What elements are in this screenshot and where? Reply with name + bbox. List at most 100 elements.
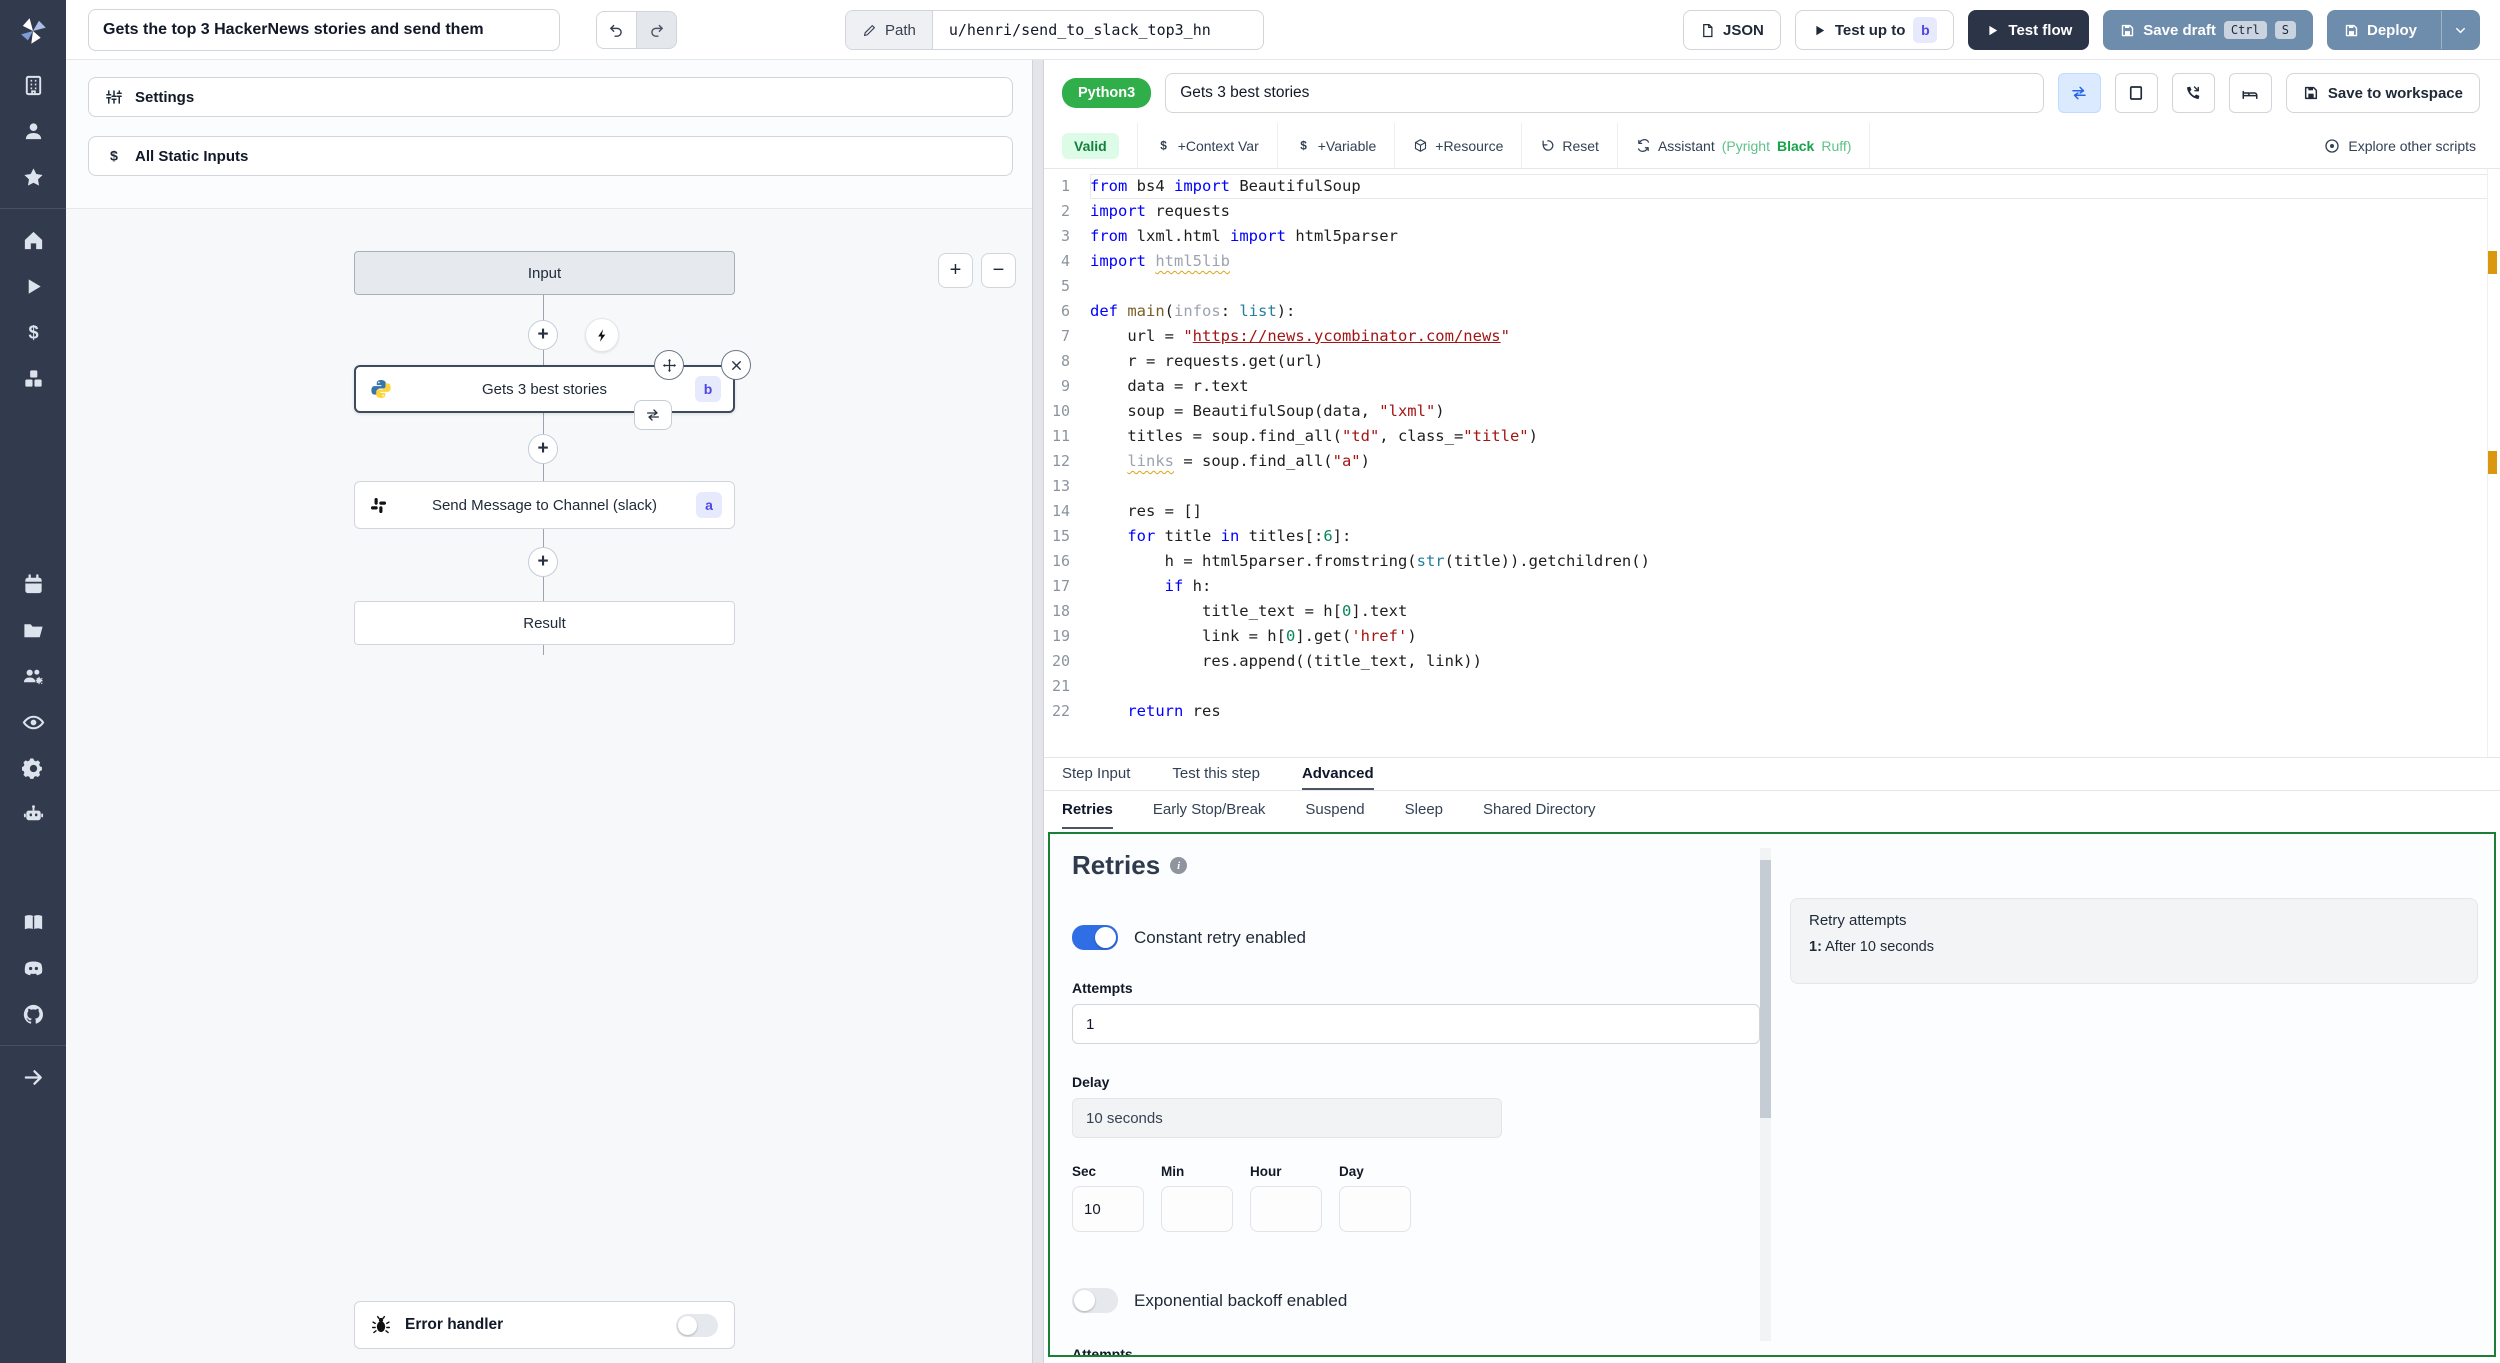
webhook-phone-button[interactable] <box>2171 73 2215 113</box>
trigger-bolt-icon[interactable] <box>585 318 619 352</box>
code-line[interactable]: 15 for title in titles[:6]: <box>1044 524 2500 549</box>
info-icon[interactable]: i <box>1170 857 1188 874</box>
code-editor[interactable]: 1 from bs4 import BeautifulSoup 2 import re… <box>1044 169 2500 758</box>
retries-scrollbar-thumb[interactable] <box>1760 860 1771 1118</box>
variables-dollar-icon[interactable] <box>0 309 66 355</box>
path-value[interactable]: u/henri/send_to_slack_top3_hn <box>933 11 1263 49</box>
undo-button[interactable] <box>596 11 637 49</box>
resources-cubes-icon[interactable] <box>0 355 66 401</box>
docs-book-icon[interactable] <box>0 899 66 945</box>
error-handler-node[interactable]: Error handler <box>354 1301 735 1349</box>
audit-eye-icon[interactable] <box>0 699 66 745</box>
attempts-input[interactable] <box>1072 1004 1760 1044</box>
user-icon[interactable] <box>0 108 66 154</box>
redo-button[interactable] <box>636 11 677 49</box>
flow-node-input[interactable]: Input <box>354 251 735 295</box>
slack-icon <box>369 496 388 515</box>
zoom-in-button[interactable]: + <box>938 253 973 288</box>
groups-icon[interactable] <box>0 653 66 699</box>
flow-canvas[interactable]: + − Input + Gets 3 best stories b + Send… <box>66 208 1032 1363</box>
flow-node-result[interactable]: Result <box>354 601 735 645</box>
day-input[interactable] <box>1339 1186 1411 1232</box>
folders-icon[interactable] <box>0 607 66 653</box>
loop-step-button[interactable] <box>634 400 672 430</box>
test-up-to-button[interactable]: Test up to b <box>1794 10 1955 50</box>
deploy-button[interactable]: Deploy <box>2326 10 2480 50</box>
flow-settings-bar[interactable]: Settings <box>88 77 1013 117</box>
reset-button[interactable]: Reset <box>1522 123 1618 168</box>
add-context-var-button[interactable]: +Context Var <box>1138 123 1278 168</box>
code-line[interactable]: 12 links = soup.find_all("a") <box>1044 449 2500 474</box>
error-handler-toggle[interactable] <box>676 1313 718 1337</box>
tab-test-this-step[interactable]: Test this step <box>1172 758 1260 790</box>
code-line[interactable]: 18 title_text = h[0].text <box>1044 599 2500 624</box>
code-line[interactable]: 9 data = r.text <box>1044 374 2500 399</box>
discord-icon[interactable] <box>0 945 66 991</box>
tab-step-input[interactable]: Step Input <box>1062 758 1130 790</box>
flow-node-step-a[interactable]: Send Message to Channel (slack) a <box>354 481 735 529</box>
insert-step-button[interactable]: + <box>528 320 558 350</box>
code-line[interactable]: 13 <box>1044 474 2500 499</box>
subtab-retries[interactable]: Retries <box>1062 791 1113 829</box>
code-line[interactable]: 8 r = requests.get(url) <box>1044 349 2500 374</box>
sec-input[interactable] <box>1072 1186 1144 1232</box>
explore-other-scripts-button[interactable]: Explore other scripts <box>2300 123 2500 168</box>
expand-sidebar-arrow-icon[interactable] <box>0 1054 66 1100</box>
favorites-star-icon[interactable] <box>0 154 66 200</box>
test-flow-button[interactable]: Test flow <box>1968 10 2090 50</box>
code-line[interactable]: 16 h = html5parser.fromstring(str(title)… <box>1044 549 2500 574</box>
code-line[interactable]: 14 res = [] <box>1044 499 2500 524</box>
json-button[interactable]: JSON <box>1683 10 1781 50</box>
code-line[interactable]: 19 link = h[0].get('href') <box>1044 624 2500 649</box>
subtab-early-stop[interactable]: Early Stop/Break <box>1153 791 1266 829</box>
assistant-button[interactable]: Assistant (Pyright Black Ruff) <box>1618 123 1871 168</box>
home-icon[interactable] <box>0 217 66 263</box>
constant-retry-toggle[interactable] <box>1072 925 1118 950</box>
delete-step-button[interactable] <box>721 350 751 380</box>
windmill-logo-icon[interactable] <box>0 0 66 62</box>
add-resource-button[interactable]: +Resource <box>1395 123 1523 168</box>
tab-advanced[interactable]: Advanced <box>1301 758 1374 790</box>
loop-mode-button[interactable] <box>2057 73 2101 113</box>
workspace-building-icon[interactable] <box>0 62 66 108</box>
code-line[interactable]: 4 import html5lib <box>1044 249 2500 274</box>
subtab-shared-directory[interactable]: Shared Directory <box>1483 791 1596 829</box>
code-line[interactable]: 10 soup = BeautifulSoup(data, "lxml") <box>1044 399 2500 424</box>
step-name-input[interactable] <box>1165 73 2044 113</box>
insert-step-button[interactable]: + <box>528 547 558 577</box>
code-line[interactable]: 22 return res <box>1044 699 2500 724</box>
overview-ruler[interactable] <box>2487 169 2500 757</box>
save-draft-button[interactable]: Save draft Ctrl S <box>2103 10 2313 50</box>
zoom-out-button[interactable]: − <box>981 253 1016 288</box>
schedules-calendar-icon[interactable] <box>0 561 66 607</box>
code-line[interactable]: 3 from lxml.html import html5parser <box>1044 224 2500 249</box>
deploy-dropdown-chevron-icon[interactable] <box>2441 11 2479 49</box>
code-line[interactable]: 5 <box>1044 274 2500 299</box>
all-static-inputs-bar[interactable]: All Static Inputs <box>88 136 1013 176</box>
save-to-workspace-button[interactable]: Save to workspace <box>2285 73 2480 113</box>
settings-gear-icon[interactable] <box>0 745 66 791</box>
exponential-backoff-toggle[interactable] <box>1072 1288 1118 1313</box>
hour-input[interactable] <box>1250 1186 1322 1232</box>
runs-play-icon[interactable] <box>0 263 66 309</box>
code-line[interactable]: 2 import requests <box>1044 199 2500 224</box>
code-line[interactable]: 11 titles = soup.find_all("td", class_="… <box>1044 424 2500 449</box>
add-variable-button[interactable]: +Variable <box>1278 123 1396 168</box>
subtab-sleep[interactable]: Sleep <box>1405 791 1443 829</box>
code-line[interactable]: 7 url = "https://news.ycombinator.com/ne… <box>1044 324 2500 349</box>
subtab-suspend[interactable]: Suspend <box>1305 791 1364 829</box>
code-line[interactable]: 17 if h: <box>1044 574 2500 599</box>
sleep-bed-button[interactable] <box>2228 73 2272 113</box>
flow-title-input[interactable] <box>88 9 560 51</box>
move-step-button[interactable] <box>654 350 684 380</box>
fullscreen-button[interactable] <box>2114 73 2158 113</box>
code-line[interactable]: 1 from bs4 import BeautifulSoup <box>1044 174 2500 199</box>
insert-step-button[interactable]: + <box>528 434 558 464</box>
ai-robot-icon[interactable] <box>0 791 66 837</box>
code-line[interactable]: 6 def main(infos: list): <box>1044 299 2500 324</box>
min-input[interactable] <box>1161 1186 1233 1232</box>
code-line[interactable]: 20 res.append((title_text, link)) <box>1044 649 2500 674</box>
panel-resize-handle[interactable] <box>1032 60 1044 1363</box>
code-line[interactable]: 21 <box>1044 674 2500 699</box>
github-icon[interactable] <box>0 991 66 1037</box>
